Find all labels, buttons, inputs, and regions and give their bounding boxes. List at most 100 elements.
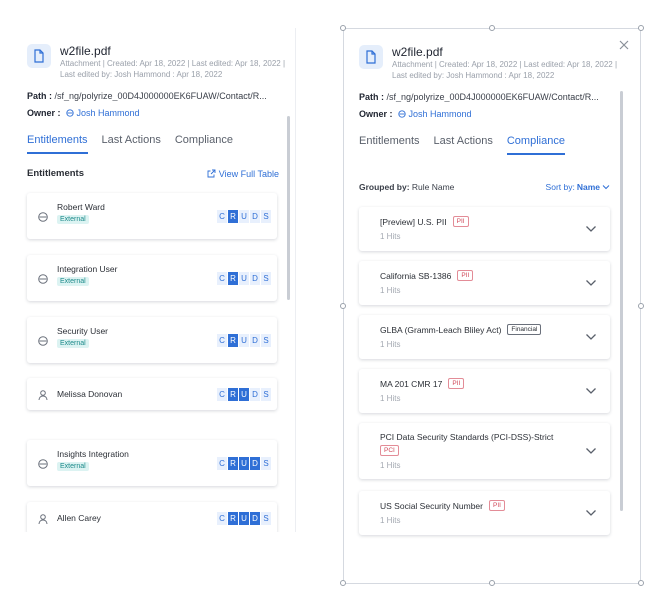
resize-handle[interactable] — [340, 580, 346, 586]
rule-hits: 1 Hits — [380, 286, 401, 295]
crud-s: S — [261, 333, 271, 347]
resize-handle[interactable] — [489, 580, 495, 586]
crud-permissions: CRUDS — [216, 511, 271, 525]
crud-c: C — [217, 387, 227, 401]
chevron-down-icon[interactable] — [585, 333, 597, 341]
tab-entitlements[interactable]: Entitlements — [359, 133, 420, 155]
entitlement-card[interactable]: Melissa Donovan C R U D S — [27, 378, 277, 410]
crud-r: R — [228, 271, 238, 285]
tab-last-actions[interactable]: Last Actions — [102, 132, 161, 154]
crud-u: U — [239, 511, 249, 525]
rule-tag: PII — [488, 500, 505, 511]
crud-u: U — [239, 209, 249, 223]
crud-d: D — [250, 511, 260, 525]
scrollbar[interactable] — [287, 116, 290, 300]
group-icon — [37, 334, 49, 346]
compliance-rule-card[interactable]: MA 201 CMR 17 PII 1 Hits — [359, 369, 610, 413]
rule-hits: 1 Hits — [380, 516, 401, 525]
chevron-down-icon[interactable] — [585, 279, 597, 287]
entitlement-name: Insights Integration — [57, 449, 129, 459]
resize-handle[interactable] — [489, 25, 495, 31]
chevron-down-icon[interactable] — [585, 447, 597, 455]
file-name: w2file.pdf — [392, 45, 443, 59]
entitlement-card[interactable]: Allen Carey C R U D S — [27, 502, 277, 532]
crud-permissions: CRUDS — [216, 209, 271, 223]
external-badge: External — [57, 215, 89, 224]
entitlement-name: Melissa Donovan — [57, 389, 123, 399]
resize-handle[interactable] — [340, 25, 346, 31]
rule-tag: PII — [448, 378, 465, 389]
crud-permissions: CRUDS — [216, 387, 271, 401]
file-header: w2file.pdf Attachment | Created: Apr 18,… — [27, 44, 290, 80]
crud-s: S — [261, 271, 271, 285]
chevron-down-icon[interactable] — [585, 509, 597, 517]
compliance-rule-card[interactable]: US Social Security Number PII 1 Hits — [359, 491, 610, 535]
crud-u: U — [239, 333, 249, 347]
path-line: Path : /sf_ng/polyrize_00D4J000000EK6FUA… — [359, 92, 627, 102]
crud-permissions: CRUDS — [216, 333, 271, 347]
chevron-down-icon[interactable] — [585, 387, 597, 395]
rule-title: US Social Security Number — [380, 500, 483, 511]
group-icon — [65, 109, 74, 117]
file-name: w2file.pdf — [60, 44, 111, 58]
resize-handle[interactable] — [638, 303, 644, 309]
grouped-by: Grouped by: Rule Name — [359, 182, 454, 192]
owner-label: Owner : — [27, 108, 61, 118]
person-icon — [37, 512, 49, 525]
owner-name: Josh Hammond — [408, 109, 472, 119]
crud-d: D — [250, 333, 260, 347]
crud-r: R — [228, 511, 238, 525]
rule-title: California SB-1386 — [380, 270, 452, 281]
chevron-down-icon[interactable] — [585, 225, 597, 233]
crud-r: R — [228, 333, 238, 347]
entitlement-card[interactable]: Security User External C R U D S — [27, 317, 277, 363]
tab-entitlements[interactable]: Entitlements — [27, 132, 88, 154]
rule-title: PCI Data Security Standards (PCI-DSS)-St… — [380, 432, 554, 442]
tab-bar: Entitlements Last Actions Compliance — [27, 132, 247, 156]
owner-link[interactable]: Josh Hammond — [65, 108, 140, 118]
crud-u: U — [239, 456, 249, 470]
tab-last-actions[interactable]: Last Actions — [434, 133, 493, 155]
entitlements-title: Entitlements — [27, 168, 85, 179]
compliance-rule-card[interactable]: California SB-1386 PII 1 Hits — [359, 261, 610, 305]
owner-link[interactable]: Josh Hammond — [397, 109, 472, 119]
view-full-table-link[interactable]: View Full Table — [207, 169, 279, 179]
rule-hits: 1 Hits — [380, 394, 401, 403]
group-icon — [37, 272, 49, 284]
crud-d: D — [250, 271, 260, 285]
crud-permissions: CRUDS — [216, 271, 271, 285]
sort-value: Name — [576, 182, 600, 192]
compliance-rule-card[interactable]: PCI Data Security Standards (PCI-DSS)-St… — [359, 423, 610, 479]
crud-d: D — [250, 456, 260, 470]
sort-by-dropdown[interactable]: Sort by: Name — [546, 182, 610, 192]
file-meta: Attachment | Created: Apr 18, 2022 | Las… — [392, 60, 618, 80]
sort-label: Sort by: — [545, 182, 575, 192]
rule-hits: 1 Hits — [380, 232, 401, 241]
crud-r: R — [228, 209, 238, 223]
entitlement-card[interactable]: Integration User External C R U D S — [27, 255, 277, 301]
rule-title-row: MA 201 CMR 17 PII — [380, 378, 465, 389]
rule-tag: PCI — [380, 445, 399, 456]
external-badge: External — [57, 277, 89, 286]
entitlement-card[interactable]: Robert Ward External C R U D S — [27, 193, 277, 239]
file-meta: Attachment | Created: Apr 18, 2022 | Las… — [60, 59, 286, 79]
file-header: w2file.pdf Attachment | Created: Apr 18,… — [359, 45, 622, 81]
entitlement-name: Robert Ward — [57, 202, 105, 212]
resize-handle[interactable] — [638, 25, 644, 31]
rule-title-row: California SB-1386 PII — [380, 270, 474, 281]
scrollbar[interactable] — [620, 91, 623, 511]
owner-line: Owner : Josh Hammond — [359, 109, 472, 119]
tab-compliance[interactable]: Compliance — [175, 132, 233, 154]
entitlements-header: Entitlements View Full Table — [27, 168, 279, 179]
tab-compliance[interactable]: Compliance — [506, 133, 565, 155]
file-icon — [359, 45, 383, 69]
entitlement-card[interactable]: Insights Integration External C R U D S — [27, 440, 277, 486]
compliance-rule-card[interactable]: [Preview] U.S. PII PII 1 Hits — [359, 207, 610, 251]
resize-handle[interactable] — [638, 580, 644, 586]
crud-c: C — [217, 456, 227, 470]
crud-s: S — [261, 209, 271, 223]
compliance-rule-card[interactable]: GLBA (Gramm-Leach Bliley Act) Financial 1 … — [359, 315, 610, 359]
view-full-table-label: View Full Table — [218, 168, 279, 179]
resize-handle[interactable] — [340, 303, 346, 309]
entitlement-name: Integration User — [57, 264, 118, 274]
